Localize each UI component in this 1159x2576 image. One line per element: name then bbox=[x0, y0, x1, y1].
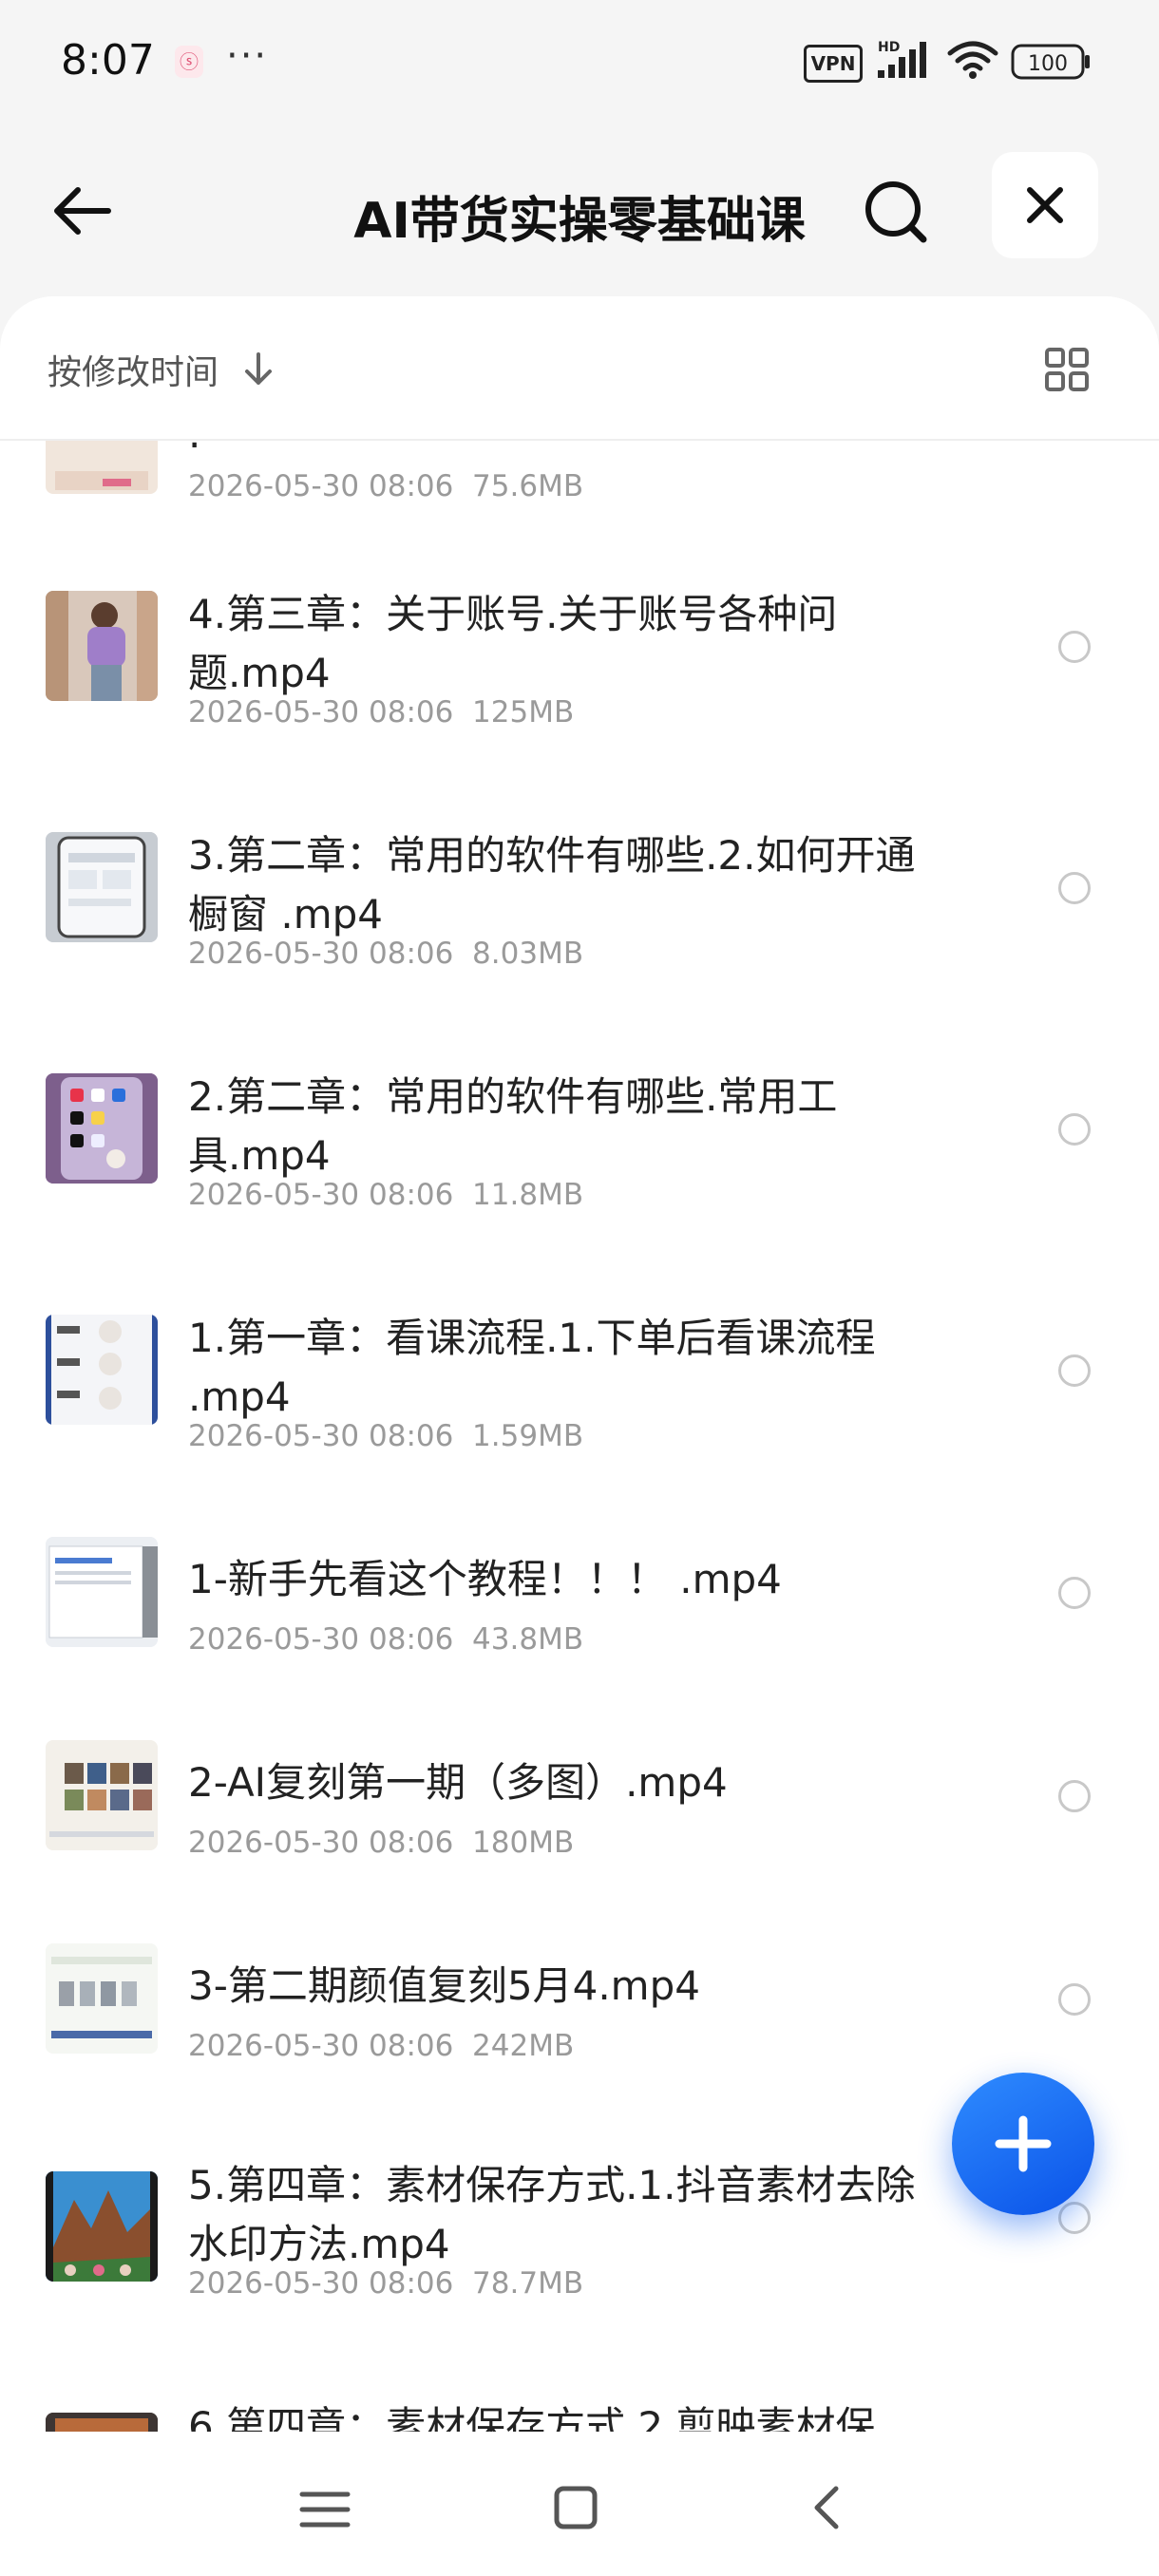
system-nav-bar bbox=[0, 2432, 1159, 2576]
file-thumbnail bbox=[46, 1537, 158, 1647]
page-title: AI带货实操零基础课 bbox=[353, 193, 806, 250]
grid-view-button[interactable] bbox=[1043, 346, 1091, 393]
search-button[interactable] bbox=[855, 171, 935, 251]
select-radio[interactable] bbox=[1058, 1983, 1091, 2016]
select-radio[interactable] bbox=[1058, 1577, 1091, 1609]
close-icon bbox=[1027, 187, 1063, 223]
search-icon bbox=[865, 181, 927, 243]
back-button[interactable] bbox=[42, 171, 122, 251]
file-thumbnail bbox=[46, 1073, 158, 1184]
network-type-label: HD bbox=[878, 40, 900, 55]
select-radio[interactable] bbox=[1058, 1780, 1091, 1812]
more-notifications-icon: ··· bbox=[226, 34, 269, 78]
sort-bar: 按修改时间 bbox=[0, 296, 1159, 441]
file-item[interactable]: 1.第一章：看课流程.1.下单后看课流程 .mp4 2026-05-30 08:… bbox=[0, 1284, 1159, 1503]
file-name: 1.第一章：看课流程.1.下单后看课流程 .mp4 bbox=[188, 1315, 876, 1420]
close-button[interactable] bbox=[992, 152, 1098, 258]
menu-icon bbox=[299, 2491, 351, 2528]
signal-icon: HD bbox=[878, 40, 926, 78]
file-meta: 2026-05-30 08:06 78.7MB bbox=[188, 2266, 584, 2301]
file-meta: 2026-05-30 08:06 11.8MB bbox=[188, 1178, 584, 1212]
notification-app-icon: ⓢ bbox=[175, 46, 203, 78]
status-bar: 8:07 ⓢ ··· VPN HD 100 bbox=[0, 0, 1159, 123]
file-name: 3.第二章：常用的软件有哪些.2.如何开通橱窗 .mp4 bbox=[188, 832, 916, 938]
arrow-left-icon bbox=[54, 187, 111, 235]
battery-level: 100 bbox=[1028, 52, 1068, 76]
recent-apps-button[interactable] bbox=[294, 2481, 355, 2538]
file-thumbnail bbox=[46, 1943, 158, 2054]
file-meta: 2026-05-30 08:06 75.6MB bbox=[188, 469, 584, 503]
system-back-button[interactable] bbox=[798, 2477, 859, 2538]
vpn-badge: VPN bbox=[804, 45, 863, 83]
file-name: 1-新手先看这个教程！！！ .mp4 bbox=[188, 1556, 782, 1602]
plus-icon bbox=[995, 2115, 1052, 2172]
file-name: 2.第二章：常用的软件有哪些.常用工具.mp4 bbox=[188, 1073, 838, 1179]
header: AI带货实操零基础课 bbox=[0, 133, 1159, 275]
file-thumbnail bbox=[46, 1315, 158, 1425]
wifi-icon bbox=[947, 41, 998, 79]
file-thumbnail bbox=[46, 2171, 158, 2282]
file-thumbnail bbox=[46, 591, 158, 701]
file-item[interactable]: 3.第二章：常用的软件有哪些.2.如何开通橱窗 .mp4 2026-05-30 … bbox=[0, 802, 1159, 1020]
file-thumbnail bbox=[46, 832, 158, 942]
file-item[interactable]: 2-AI复刻第一期（多图）.mp4 2026-05-30 08:06 180MB bbox=[0, 1729, 1159, 1947]
file-meta: 2026-05-30 08:06 1.59MB bbox=[188, 1419, 584, 1453]
status-time: 8:07 bbox=[61, 36, 155, 85]
file-item[interactable]: 2.第二章：常用的软件有哪些.常用工具.mp4 2026-05-30 08:06… bbox=[0, 1043, 1159, 1261]
select-radio[interactable] bbox=[1058, 872, 1091, 904]
select-radio[interactable] bbox=[1058, 631, 1091, 663]
arrow-down-icon bbox=[245, 352, 273, 385]
file-name: 5.第四章：素材保存方式.1.抖音素材去除水印方法.mp4 bbox=[188, 2162, 916, 2267]
file-meta: 2026-05-30 08:06 8.03MB bbox=[188, 937, 584, 971]
file-meta: 2026-05-30 08:06 242MB bbox=[188, 2029, 575, 2063]
home-button[interactable] bbox=[545, 2477, 606, 2538]
sort-label: 按修改时间 bbox=[48, 353, 219, 392]
file-meta: 2026-05-30 08:06 180MB bbox=[188, 1826, 575, 1860]
square-home-icon bbox=[554, 2486, 598, 2529]
sort-button[interactable]: 按修改时间 bbox=[48, 346, 276, 393]
grid-view-icon bbox=[1045, 348, 1089, 391]
file-name: 4.第三章：关于账号.关于账号各种问题.mp4 bbox=[188, 591, 838, 696]
file-meta: 2026-05-30 08:06 43.8MB bbox=[188, 1622, 584, 1657]
file-item[interactable]: 4.第三章：关于账号.关于账号各种问题.mp4 2026-05-30 08:06… bbox=[0, 560, 1159, 779]
chevron-left-icon bbox=[814, 2486, 839, 2529]
file-sheet: . 2026-05-30 08:06 75.6MB 4.第三章：关于账号.关于账… bbox=[0, 296, 1159, 2576]
file-name: 2-AI复刻第一期（多图）.mp4 bbox=[188, 1759, 728, 1806]
file-thumbnail bbox=[46, 1740, 158, 1850]
select-radio[interactable] bbox=[1058, 1113, 1091, 1146]
file-item[interactable]: 1-新手先看这个教程！！！ .mp4 2026-05-30 08:06 43.8… bbox=[0, 1525, 1159, 1744]
select-radio[interactable] bbox=[1058, 1354, 1091, 1387]
battery-icon: 100 bbox=[1011, 44, 1090, 80]
file-meta: 2026-05-30 08:06 125MB bbox=[188, 695, 575, 729]
add-button[interactable] bbox=[952, 2073, 1094, 2215]
file-name: 3-第二期颜值复刻5月4.mp4 bbox=[188, 1962, 700, 2009]
